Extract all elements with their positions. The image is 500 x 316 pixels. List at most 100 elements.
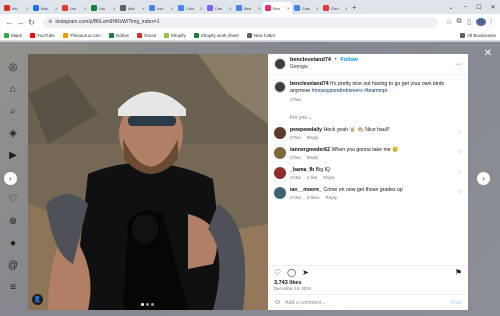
comment-like-icon[interactable]: ♡	[458, 150, 462, 156]
close-post-icon[interactable]: ✕	[484, 48, 492, 59]
reply-button[interactable]: Reply	[323, 175, 335, 180]
address-bar[interactable]: ⚙ instagram.com/p/B6Lom9HRzW/?img_index=…	[43, 16, 438, 28]
browser-tab[interactable]: usn ✕	[147, 2, 176, 14]
comment-likes[interactable]: 3 likes	[307, 195, 320, 200]
close-tab-icon[interactable]: ✕	[287, 6, 290, 11]
browser-tab[interactable]: Geo ✕	[321, 2, 350, 14]
bookmark-item[interactable]: Shopify	[163, 32, 186, 38]
bookmark-label: Gdrive	[115, 32, 129, 38]
comment-like-icon[interactable]: ♡	[458, 170, 462, 176]
close-tab-icon[interactable]: ✕	[316, 6, 319, 11]
close-tab-icon[interactable]: ✕	[84, 6, 87, 11]
bookmark-star-icon[interactable]: ☆	[444, 18, 454, 26]
likes-count[interactable]: 3,743 likes	[268, 279, 468, 286]
bookmark-item[interactable]: Gmail	[136, 32, 156, 38]
browser-tab[interactable]: Mai ✕	[118, 2, 147, 14]
search-icon[interactable]: ⌕	[10, 100, 16, 122]
for-you-dropdown[interactable]: For you ⌄	[290, 115, 462, 121]
close-tab-icon[interactable]: ✕	[200, 6, 203, 11]
post-photo[interactable]: 👤	[28, 54, 268, 310]
reels-icon[interactable]: ▶	[9, 144, 17, 166]
menu-icon[interactable]: ⋮	[486, 18, 496, 26]
maximize-icon[interactable]: ☐	[472, 4, 486, 11]
close-tab-icon[interactable]: ✕	[142, 6, 145, 11]
author-avatar[interactable]	[274, 58, 286, 70]
save-icon[interactable]: ⚑	[455, 268, 462, 277]
bookmark-item[interactable]: Thesaurus.com	[62, 32, 101, 38]
profile-avatar[interactable]: N	[476, 18, 486, 26]
caption-username[interactable]: bencleveland74	[290, 81, 329, 87]
all-bookmarks[interactable]: All Bookmarks	[460, 32, 496, 38]
extensions-icon[interactable]: ⧉	[454, 18, 464, 26]
create-icon[interactable]: ⊕	[9, 210, 17, 232]
commenter-avatar[interactable]	[274, 147, 286, 159]
browser-tab[interactable]: Colo ✕	[176, 2, 205, 14]
instagram-logo-icon[interactable]: ◎	[9, 56, 18, 78]
browser-tab[interactable]: Clas ✕	[292, 2, 321, 14]
bookmark-item[interactable]: New folder	[246, 32, 275, 38]
commenter-username[interactable]: tannergowder62	[290, 147, 330, 153]
author-username[interactable]: bencleveland74	[290, 57, 331, 63]
commenter-avatar[interactable]	[274, 127, 286, 139]
bookmark-item[interactable]: Gdrive	[108, 32, 129, 38]
reload-icon[interactable]: ↻	[26, 18, 37, 27]
side-panel-icon[interactable]: ▯	[464, 18, 474, 26]
threads-icon[interactable]: @	[8, 254, 18, 276]
close-tab-icon[interactable]: ✕	[258, 6, 261, 11]
caption-avatar[interactable]	[274, 81, 286, 93]
reply-button[interactable]: Reply	[307, 135, 319, 140]
bookmark-item[interactable]: Maps	[4, 32, 22, 38]
more-options-icon[interactable]: ···	[455, 61, 462, 68]
caption-hashtags[interactable]: #mossypondretrievers #teammpr	[312, 88, 388, 94]
close-tab-icon[interactable]: ✕	[345, 6, 348, 11]
explore-icon[interactable]: ◈	[9, 122, 17, 144]
post-location[interactable]: Georgia	[290, 64, 358, 71]
close-tab-icon[interactable]: ✕	[229, 6, 232, 11]
close-tab-icon[interactable]: ✕	[113, 6, 116, 11]
comment-like-icon[interactable]: ♡	[458, 190, 462, 196]
more-menu-icon[interactable]: ≡	[10, 276, 16, 298]
site-info-icon[interactable]: ⚙	[48, 19, 52, 25]
browser-tab[interactable]: Uni ✕	[60, 2, 89, 14]
home-icon[interactable]: ⌂	[10, 78, 16, 100]
browser-tab[interactable]: Uni ✕	[89, 2, 118, 14]
minimize-icon[interactable]: –	[458, 4, 472, 10]
post-comment-button[interactable]: Post	[451, 300, 462, 306]
forward-icon[interactable]: →	[15, 18, 26, 27]
notifications-icon[interactable]: ♡	[9, 188, 18, 210]
profile-icon[interactable]: ●	[10, 232, 16, 254]
browser-tab[interactable]: Bris ✕	[31, 2, 60, 14]
commenter-avatar[interactable]	[274, 167, 286, 179]
browser-tab[interactable]: Ben ✕	[263, 2, 292, 14]
commenter-avatar[interactable]	[274, 187, 286, 199]
comments-panel[interactable]: bencleveland74 It's pretty nice not havi…	[268, 75, 468, 265]
browser-tab[interactable]: Can ✕	[205, 2, 234, 14]
reply-button[interactable]: Reply	[326, 195, 338, 200]
previous-post-icon[interactable]: ‹	[4, 172, 17, 185]
back-icon[interactable]: ←	[4, 18, 15, 27]
close-tab-icon[interactable]: ✕	[171, 6, 174, 11]
browser-tab[interactable]: Ben ✕	[234, 2, 263, 14]
close-tab-icon[interactable]: ✕	[55, 6, 58, 11]
comment-like-icon[interactable]: ♡	[458, 130, 462, 136]
comment-icon[interactable]: ◯	[287, 268, 296, 277]
reply-button[interactable]: Reply	[307, 155, 319, 160]
follow-button[interactable]: Follow	[340, 57, 357, 63]
close-window-icon[interactable]: ✕	[486, 4, 500, 11]
close-tab-icon[interactable]: ✕	[26, 6, 29, 11]
emoji-icon[interactable]: ☺	[274, 299, 281, 306]
next-post-icon[interactable]: ›	[477, 172, 490, 185]
comment-input[interactable]: Add a comment...	[285, 300, 326, 306]
share-icon[interactable]: ➤	[302, 268, 309, 277]
tab-search-icon[interactable]: ⌄	[444, 4, 458, 11]
tagged-users-icon[interactable]: 👤	[32, 294, 43, 305]
commenter-username[interactable]: pewpewdaily	[290, 127, 322, 133]
commenter-username[interactable]: ian__moore_	[290, 187, 322, 193]
bookmark-item[interactable]: Shopify work sheet	[193, 32, 239, 38]
bookmark-item[interactable]: YouTube	[30, 32, 55, 38]
comment-likes[interactable]: 1 like	[307, 175, 318, 180]
browser-tab[interactable]: Inb ✕	[2, 2, 31, 14]
commenter-username[interactable]: _bama_fb	[290, 167, 314, 173]
like-icon[interactable]: ♡	[274, 268, 281, 277]
new-tab-button[interactable]: +	[352, 3, 357, 12]
